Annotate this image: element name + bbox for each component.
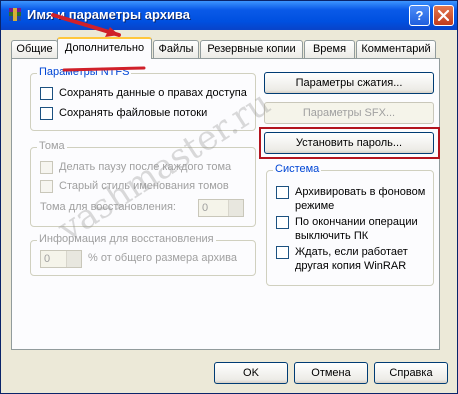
recovery-volumes-label: Тома для восстановления: <box>40 201 176 213</box>
system-group: Система Архивировать в фоновом режиме По… <box>266 163 434 286</box>
checkbox-box[interactable] <box>40 180 53 193</box>
old-naming-checkbox[interactable]: Старый стиль именования томов <box>40 179 229 193</box>
volumes-group: Тома Делать паузу после каждого тома Ста… <box>30 140 256 227</box>
cancel-button[interactable]: Отмена <box>294 362 368 384</box>
background-checkbox[interactable]: Архивировать в фоновом режиме <box>276 185 427 213</box>
wait-label: Ждать, если работает другая копия WinRAR <box>295 246 408 272</box>
system-group-title: Система <box>273 163 322 175</box>
recovery-percent-spinner[interactable]: 0 <box>40 250 82 268</box>
recovery-group-title: Информация для восстановления <box>37 233 216 245</box>
ok-button[interactable]: OK <box>214 362 288 384</box>
volumes-group-title: Тома <box>37 140 67 152</box>
set-password-button[interactable]: Установить пароль... <box>264 132 434 154</box>
shutdown-label: По окончании операции выключить ПК <box>295 216 418 242</box>
checkbox-box[interactable] <box>40 161 53 174</box>
spinner-arrows[interactable] <box>228 200 243 216</box>
background-label: Архивировать в фоновом режиме <box>295 186 426 212</box>
recovery-group: Информация для восстановления 0 % от общ… <box>30 233 256 276</box>
pause-volumes-checkbox[interactable]: Делать паузу после каждого тома <box>40 160 231 174</box>
old-naming-label: Старый стиль именования томов <box>59 180 229 192</box>
checkbox-box[interactable] <box>276 246 289 259</box>
recovery-percent-value: 0 <box>44 253 51 265</box>
recovery-volumes-value: 0 <box>202 202 209 214</box>
annotation-arrow <box>51 13 146 72</box>
checkbox-box[interactable] <box>276 186 289 199</box>
recovery-volumes-spinner[interactable]: 0 <box>198 199 244 217</box>
archive-dialog: Имя и параметры архива ? Общие Дополните… <box>0 0 458 394</box>
help-button[interactable]: Справка <box>374 362 448 384</box>
shutdown-checkbox[interactable]: По окончании операции выключить ПК <box>276 215 427 243</box>
recovery-percent-label: % от общего размера архива <box>88 252 237 264</box>
spinner-arrows[interactable] <box>66 251 81 267</box>
wait-checkbox[interactable]: Ждать, если работает другая копия WinRAR <box>276 245 427 273</box>
checkbox-box[interactable] <box>276 216 289 229</box>
pause-volumes-label: Делать паузу после каждого тома <box>59 161 232 173</box>
